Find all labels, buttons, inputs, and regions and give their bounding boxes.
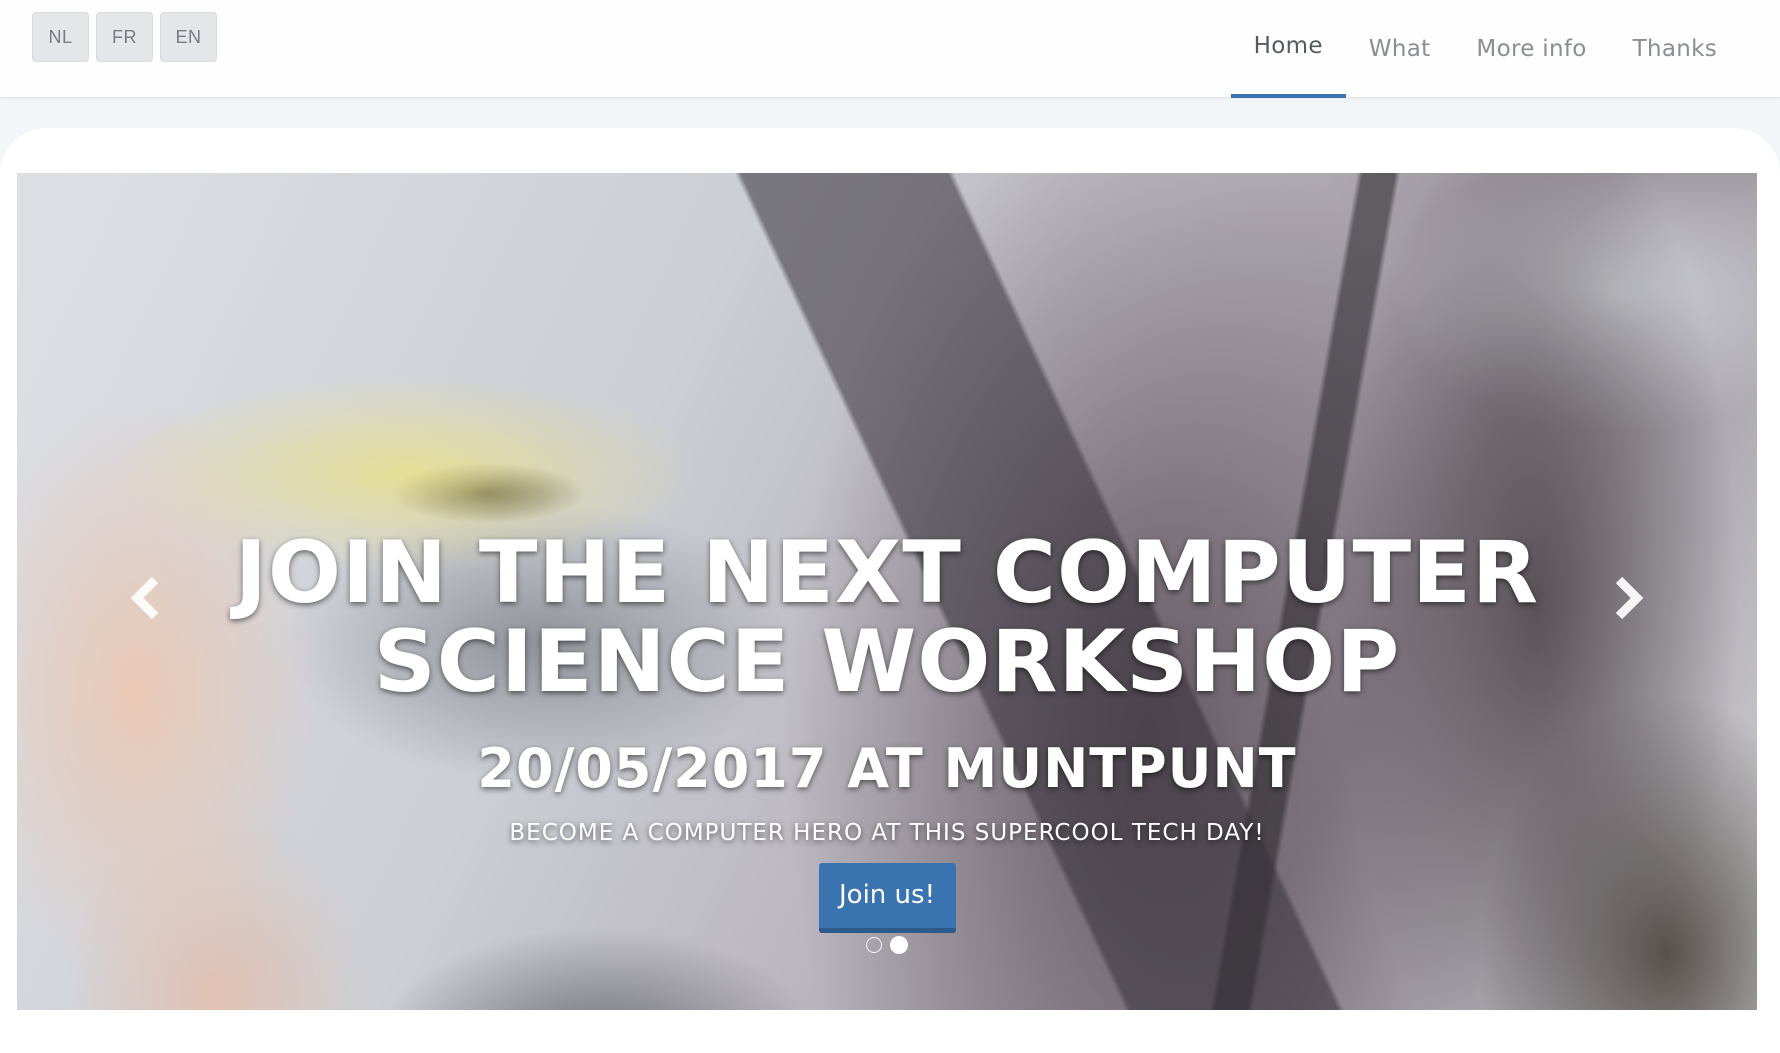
hero-caption: JOIN THE NEXT COMPUTER SCIENCE WORKSHOP …: [17, 529, 1757, 933]
nav-item-more-info[interactable]: More info: [1453, 0, 1609, 98]
hero-title-line2: SCIENCE WORKSHOP: [373, 612, 1401, 712]
carousel-indicator-1[interactable]: [866, 937, 882, 953]
language-button-fr[interactable]: FR: [96, 12, 153, 62]
carousel-indicator-2[interactable]: [890, 936, 908, 954]
top-navbar: NL FR EN Home What More info Thanks: [0, 0, 1780, 98]
hero-title: JOIN THE NEXT COMPUTER SCIENCE WORKSHOP: [17, 529, 1757, 707]
main-nav: Home What More info Thanks: [1230, 0, 1780, 98]
nav-item-home[interactable]: Home: [1230, 0, 1346, 98]
language-button-en[interactable]: EN: [160, 12, 217, 62]
language-button-nl[interactable]: NL: [32, 12, 89, 62]
nav-item-thanks[interactable]: Thanks: [1610, 0, 1740, 98]
hero-title-line1: JOIN THE NEXT COMPUTER: [234, 523, 1540, 623]
nav-item-what[interactable]: What: [1346, 0, 1454, 98]
join-us-button[interactable]: Join us!: [818, 863, 956, 933]
hero-tagline: BECOME A COMPUTER HERO AT THIS SUPERCOOL…: [509, 820, 1265, 846]
carousel-indicators: [17, 936, 1757, 954]
hero-carousel: JOIN THE NEXT COMPUTER SCIENCE WORKSHOP …: [17, 173, 1757, 1010]
hero-subtitle: 20/05/2017 AT MUNTPUNT: [477, 737, 1297, 800]
language-switcher: NL FR EN: [32, 12, 217, 62]
